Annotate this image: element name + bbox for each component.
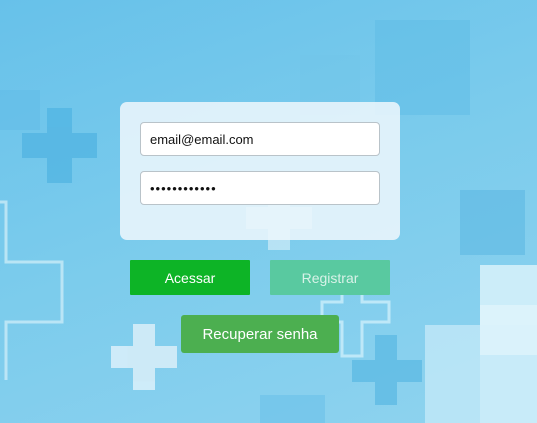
register-button[interactable]: Registrar <box>270 260 390 295</box>
email-field[interactable] <box>140 122 380 156</box>
medical-cross-icon <box>111 324 177 390</box>
medical-cross-icon <box>0 200 64 380</box>
login-card <box>120 102 400 240</box>
recover-password-button[interactable]: Recuperar senha <box>181 315 339 353</box>
login-button[interactable]: Acessar <box>130 260 250 295</box>
password-field[interactable] <box>140 171 380 205</box>
